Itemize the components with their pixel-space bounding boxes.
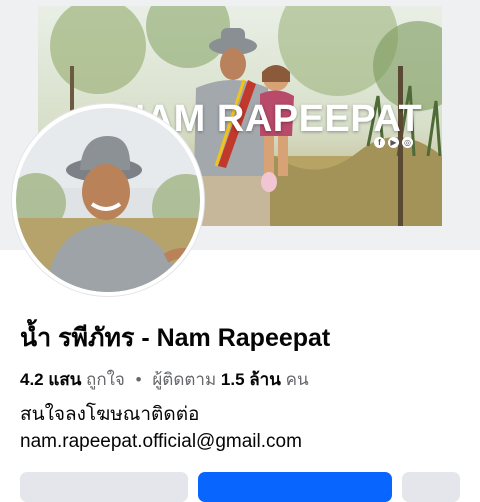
more-options-button[interactable]: [402, 472, 460, 502]
youtube-icon: ▶: [388, 137, 399, 148]
page-stats: 4.2 แสน ถูกใจ • ผู้ติดตาม 1.5 ล้าน คน: [20, 366, 309, 393]
secondary-action-button[interactable]: [20, 472, 188, 502]
profile-avatar[interactable]: [12, 104, 204, 296]
followers-label[interactable]: ผู้ติดตาม: [152, 370, 216, 389]
likes-label[interactable]: ถูกใจ: [86, 370, 125, 389]
cover-social-icons: f ▶ ◎: [374, 137, 413, 148]
facebook-icon: f: [374, 137, 385, 148]
page-bio: สนใจลงโฆษณาติดต่อ nam.rapeepat.official@…: [20, 401, 302, 455]
bio-email[interactable]: nam.rapeepat.official@gmail.com: [20, 428, 302, 455]
page-name: น้ำ รพีภัทร - Nam Rapeepat: [20, 324, 331, 352]
primary-action-button[interactable]: [198, 472, 392, 502]
avatar-image: [16, 108, 200, 292]
likes-count[interactable]: 4.2 แสน: [20, 370, 81, 389]
followers-count[interactable]: 1.5 ล้าน: [221, 370, 281, 389]
separator-dot: •: [135, 370, 142, 389]
instagram-icon: ◎: [402, 137, 413, 148]
followers-unit: คน: [285, 370, 309, 389]
bio-line-1: สนใจลงโฆษณาติดต่อ: [20, 404, 200, 425]
